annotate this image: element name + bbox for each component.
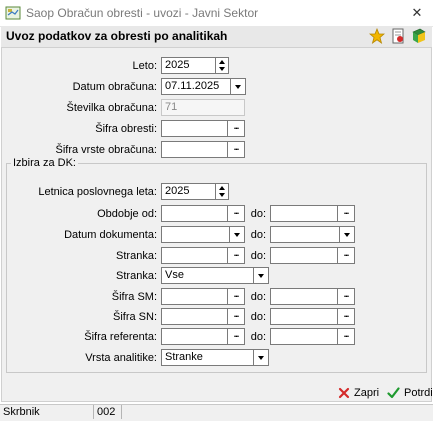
chevron-down-icon [258, 273, 264, 278]
sifra-sm-to-input[interactable] [270, 288, 338, 305]
close-window-button[interactable]: ✕ [401, 2, 433, 24]
stranka-select-dropdown[interactable] [254, 267, 269, 284]
close-button-label: Zapri [354, 387, 380, 399]
stranka-from-input[interactable] [161, 247, 228, 264]
datum-obracuna-input[interactable]: 07.11.2025 [161, 78, 231, 95]
obdobje-do-label: do: [250, 208, 266, 220]
sifra-sn-from-input[interactable] [161, 308, 228, 325]
stranka-to-lookup-button[interactable]: ... [338, 247, 355, 264]
stranka-select[interactable]: Vse [161, 267, 254, 284]
sifra-sn-do-label: do: [250, 311, 266, 323]
stranka-do-label: do: [250, 250, 266, 262]
obdobje-from-input[interactable] [161, 205, 228, 222]
app-icon [5, 6, 21, 20]
letnica-spinner[interactable] [216, 183, 229, 200]
sifra-sm-to-lookup-button[interactable]: ... [338, 288, 355, 305]
leto-input[interactable]: 2025 [161, 57, 216, 74]
obdobje-to-lookup-button[interactable]: ... [338, 205, 355, 222]
izbira-group-title: Izbira za DK: [11, 157, 78, 169]
obdobje-to-input[interactable] [270, 205, 338, 222]
datum-dokumenta-do-label: do: [250, 229, 266, 241]
vrsta-analitike-label: Vrsta analitike: [85, 352, 157, 364]
datum-obracuna-label: Datum obračuna: [72, 81, 157, 93]
checkmark-icon [387, 387, 400, 399]
close-button[interactable]: Zapri [338, 384, 379, 402]
vrsta-analitike-dropdown[interactable] [254, 349, 269, 366]
datum-dokumenta-to-input[interactable] [270, 226, 340, 243]
spin-down-icon [219, 66, 225, 71]
leto-label: Leto: [132, 60, 157, 72]
sifra-sn-to-lookup-button[interactable]: ... [338, 308, 355, 325]
confirm-button[interactable]: Potrdi [387, 384, 433, 402]
spin-down-icon [219, 192, 225, 197]
vrsta-analitike-select[interactable]: Stranke [161, 349, 254, 366]
datum-dokumenta-to-dropdown[interactable] [340, 226, 355, 243]
close-icon: ✕ [411, 5, 423, 20]
stranka-to-input[interactable] [270, 247, 338, 264]
stranka-range-label: Stranka: [116, 250, 157, 262]
sifra-obresti-label: Šifra obresti: [95, 123, 157, 135]
chevron-down-icon [258, 355, 264, 360]
help-book-icon[interactable] [411, 28, 427, 44]
sifra-sm-label: Šifra SM: [111, 291, 157, 303]
chevron-down-icon [235, 84, 241, 89]
stevilka-obracuna-input: 71 [161, 99, 245, 116]
sifra-sm-from-lookup-button[interactable]: ... [228, 288, 245, 305]
chevron-down-icon [234, 232, 240, 237]
sifra-referenta-to-input[interactable] [270, 328, 338, 345]
leto-spinner[interactable] [216, 57, 229, 74]
confirm-button-label: Potrdi [404, 387, 433, 399]
sifra-referenta-do-label: do: [250, 331, 266, 343]
chevron-down-icon [344, 232, 350, 237]
sifra-referenta-to-lookup-button[interactable]: ... [338, 328, 355, 345]
favorite-star-icon[interactable] [369, 28, 385, 44]
stevilka-obracuna-label: Številka obračuna: [66, 102, 158, 114]
sifra-vrste-obracuna-input[interactable] [161, 141, 228, 158]
document-icon[interactable] [390, 28, 406, 44]
sifra-referenta-from-lookup-button[interactable]: ... [228, 328, 245, 345]
stranka-select-label: Stranka: [116, 270, 157, 282]
stranka-from-lookup-button[interactable]: ... [228, 247, 245, 264]
status-code: 002 [94, 405, 122, 419]
sifra-sn-label: Šifra SN: [112, 311, 157, 323]
datum-dokumenta-label: Datum dokumenta: [64, 229, 157, 241]
datum-obracuna-dropdown[interactable] [231, 78, 246, 95]
sifra-sm-do-label: do: [250, 291, 266, 303]
status-user: Skrbnik [0, 405, 94, 419]
sifra-vrste-obracuna-lookup-button[interactable]: ... [228, 141, 245, 158]
window-title: Saop Obračun obresti - uvozi - Javni Sek… [26, 6, 259, 20]
datum-dokumenta-from-dropdown[interactable] [230, 226, 245, 243]
sifra-sm-from-input[interactable] [161, 288, 228, 305]
sifra-sn-from-lookup-button[interactable]: ... [228, 308, 245, 325]
obdobje-from-lookup-button[interactable]: ... [228, 205, 245, 222]
sifra-vrste-obracuna-label: Šifra vrste obračuna: [55, 144, 158, 156]
obdobje-label: Obdobje od: [97, 208, 157, 220]
sifra-referenta-label: Šifra referenta: [84, 331, 157, 343]
spin-up-icon [219, 59, 225, 64]
letnica-label: Letnica poslovnega leta: [38, 186, 157, 198]
sifra-obresti-lookup-button[interactable]: ... [228, 120, 245, 137]
letnica-input[interactable]: 2025 [161, 183, 216, 200]
sifra-obresti-input[interactable] [161, 120, 228, 137]
datum-dokumenta-from-input[interactable] [161, 226, 230, 243]
spin-up-icon [219, 185, 225, 190]
page-title: Uvoz podatkov za obresti po analitikah [6, 29, 228, 43]
cancel-x-icon [338, 387, 350, 399]
sifra-referenta-from-input[interactable] [161, 328, 228, 345]
sifra-sn-to-input[interactable] [270, 308, 338, 325]
